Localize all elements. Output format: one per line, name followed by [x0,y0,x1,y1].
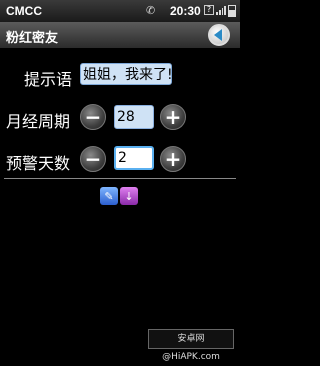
back-button[interactable] [204,23,234,47]
message-input[interactable]: 姐姐，我来了! [80,63,172,85]
app-icon-group: ✎ ↓ [100,187,138,205]
status-bar: CMCC ✆ 20:30 ? [0,0,240,22]
message-label: 提示语 [24,70,73,89]
app-title: 粉红密友 [6,31,59,46]
period-plus-button[interactable]: + [160,104,186,130]
divider [4,178,236,179]
warn-days-input[interactable]: 2 [114,146,154,170]
edit-app-icon[interactable]: ✎ [100,187,118,205]
back-arrow-icon [208,24,230,46]
period-label: 月经周期 [6,112,71,131]
warn-minus-button[interactable]: − [80,146,106,172]
signal-badge-icon: ? [204,5,214,15]
clock: 20:30 [170,4,201,18]
carrier-name: CMCC [6,4,42,18]
watermark: 安卓网@HiAPK.com [148,329,234,362]
period-input[interactable]: 28 [114,105,154,129]
warn-plus-button[interactable]: + [160,146,186,172]
period-minus-button[interactable]: − [80,104,106,130]
battery-icon [228,5,236,17]
signal-bars-icon [216,6,226,15]
download-app-icon[interactable]: ↓ [120,187,138,205]
phone-icon: ✆ [146,4,156,17]
warn-days-label: 预警天数 [6,154,71,173]
